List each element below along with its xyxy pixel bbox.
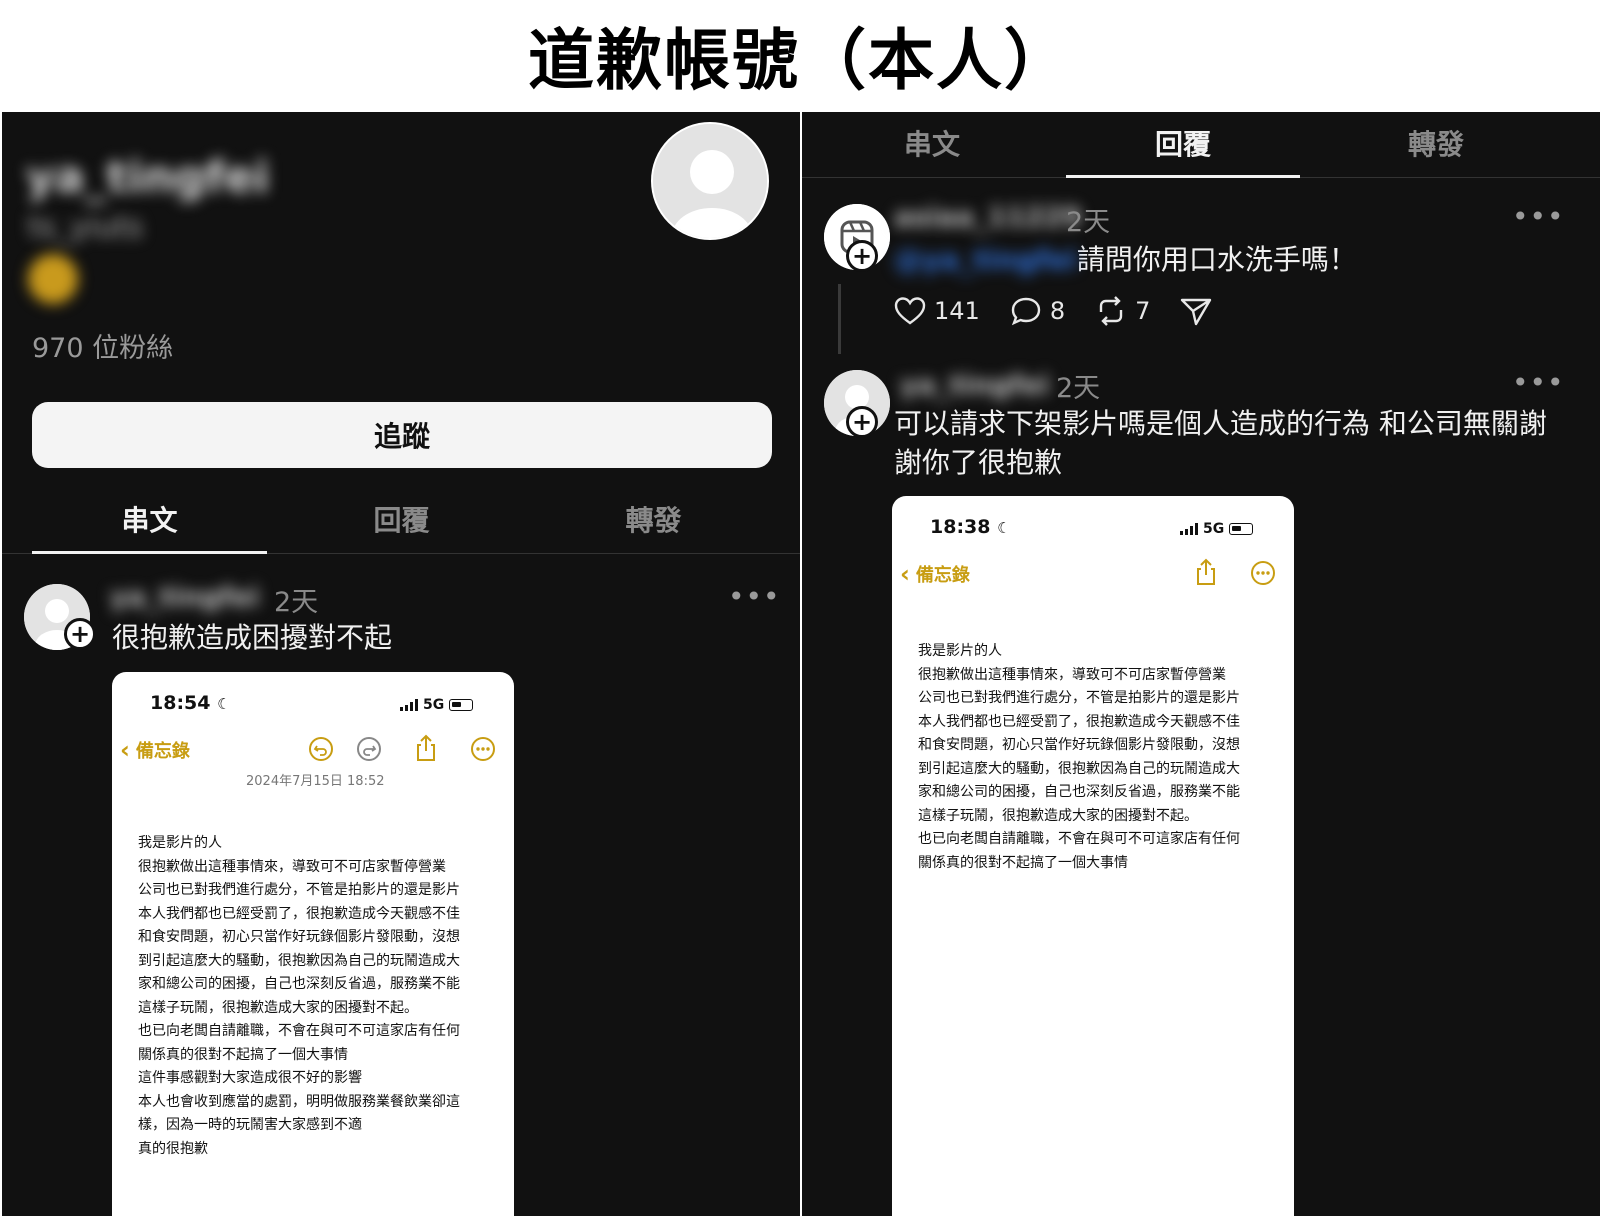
replies-screen: 串文 回覆 轉發 + asiaa_11229 2天 ••• @ya_tingfe… — [802, 112, 1600, 1216]
like-button[interactable]: 141 — [894, 296, 980, 326]
profile-avatar[interactable] — [651, 122, 769, 240]
reply-parent-text: @ya_tingfei請問你用口水洗手嗎！ — [894, 240, 1357, 279]
notes-back-label: 備忘錄 — [135, 741, 190, 762]
follow-button[interactable]: 追蹤 — [32, 402, 772, 468]
tab-threads[interactable]: 串文 — [812, 112, 1052, 178]
comment-count: 8 — [1049, 297, 1066, 325]
repost-button[interactable]: 7 — [1095, 296, 1150, 326]
battery-icon — [449, 699, 474, 711]
status-indicators: 5G — [1180, 521, 1254, 537]
undo-icon[interactable] — [308, 736, 334, 762]
signal-icon — [1180, 523, 1198, 535]
status-indicators: 5G — [400, 697, 474, 713]
note-body: 我是影片的人 很抱歉做出這種事情來，導致可不可店家暫停營業 公司也已對我們進行處… — [918, 643, 1240, 871]
signal-icon — [400, 699, 418, 711]
mention-link[interactable]: @ya_tingfei — [894, 243, 1077, 276]
followers-count[interactable]: 970 位粉絲 — [32, 326, 173, 365]
ellipsis-circle-icon[interactable] — [470, 736, 496, 762]
reply-time: 2天 — [1056, 373, 1101, 404]
like-count: 141 — [934, 297, 980, 325]
status-time: 18:38 ☾ — [930, 516, 1011, 538]
profile-tabs: 串文 回覆 轉發 — [2, 484, 800, 554]
chevron-left-icon: ‹ — [900, 560, 910, 588]
post-time: 2天 — [274, 587, 319, 618]
notes-back-button[interactable]: ‹ 備忘錄 — [120, 736, 190, 764]
note-date: 2024年7月15日 18:52 — [246, 774, 385, 789]
battery-icon — [1229, 523, 1254, 535]
reply-parent-username[interactable]: asiaa_11229 — [894, 202, 1081, 233]
heart-icon — [894, 297, 926, 325]
status-time-text: 18:54 — [150, 692, 211, 714]
profile-emoji-icon — [28, 254, 78, 304]
status-time: 18:54 ☾ — [150, 692, 231, 714]
repost-icon — [1099, 296, 1123, 326]
reply-actions: 141 8 7 — [894, 296, 1212, 326]
plus-icon[interactable]: + — [846, 240, 878, 272]
page-heading: 道歉帳號（本人） — [528, 22, 1072, 99]
comment-button[interactable]: 8 — [1010, 296, 1065, 326]
network-label: 5G — [423, 697, 445, 713]
post-username[interactable]: ya_tingfei — [110, 582, 259, 613]
send-button[interactable] — [1180, 296, 1212, 326]
profile-name: ya_tingfei — [26, 152, 270, 203]
profile-handle: ts_yiuts — [28, 210, 143, 245]
tab-reposts[interactable]: 轉發 — [536, 484, 771, 554]
notes-back-button[interactable]: ‹ 備忘錄 — [900, 560, 970, 588]
comment-icon — [1011, 297, 1041, 326]
tab-threads[interactable]: 串文 — [32, 484, 267, 554]
moon-icon: ☾ — [217, 695, 231, 713]
share-icon[interactable] — [414, 734, 438, 762]
reply-parent-message: 請問你用口水洗手嗎！ — [1076, 243, 1357, 276]
active-tab-indicator — [32, 551, 267, 554]
avatar-placeholder-icon — [653, 124, 767, 238]
reply-parent-time: 2天 — [1066, 207, 1111, 238]
moon-icon: ☾ — [997, 519, 1011, 537]
more-icon[interactable]: ••• — [1512, 366, 1565, 399]
share-icon[interactable] — [1194, 558, 1218, 586]
tab-replies[interactable]: 回覆 — [284, 484, 519, 554]
reply-text: 可以請求下架影片嗎是個人造成的行為 和公司無關謝謝你了很抱歉 — [894, 407, 1547, 480]
repost-count: 7 — [1135, 297, 1151, 325]
tab-replies[interactable]: 回覆 — [1066, 112, 1300, 178]
status-time-text: 18:38 — [930, 516, 991, 538]
profile-screen: ya_tingfei ts_yiuts 970 位粉絲 追蹤 串文 回覆 轉發 … — [2, 112, 800, 1216]
notes-back-label: 備忘錄 — [915, 565, 970, 586]
reply-username[interactable]: ya_tingfei — [900, 370, 1049, 401]
more-icon[interactable]: ••• — [1512, 200, 1565, 233]
plus-icon[interactable]: + — [64, 618, 96, 650]
thread-connector — [838, 284, 841, 354]
reply-tabs: 串文 回覆 轉發 — [802, 112, 1600, 178]
reply-image-screenshot[interactable]: 18:38 ☾ 5G ‹ 備忘錄 我是影片的人 很抱歉做出這種事情來，導致可不可… — [892, 496, 1294, 1216]
network-label: 5G — [1203, 521, 1225, 537]
chevron-left-icon: ‹ — [120, 736, 130, 764]
send-icon — [1181, 298, 1212, 326]
ellipsis-circle-icon[interactable] — [1250, 560, 1276, 586]
post-text: 很抱歉造成困擾對不起 — [112, 621, 393, 654]
note-body: 我是影片的人 很抱歉做出這種事情來，導致可不可店家暫停營業 公司也已對我們進行處… — [138, 835, 460, 1157]
plus-icon[interactable]: + — [846, 406, 878, 438]
post-image-screenshot[interactable]: 18:54 ☾ 5G ‹ 備忘錄 2024年7月15日 18:52 我是影片的人… — [112, 672, 514, 1216]
tab-reposts[interactable]: 轉發 — [1316, 112, 1556, 178]
redo-icon[interactable] — [356, 736, 382, 762]
active-tab-indicator — [1066, 175, 1300, 178]
more-icon[interactable]: ••• — [728, 580, 781, 613]
